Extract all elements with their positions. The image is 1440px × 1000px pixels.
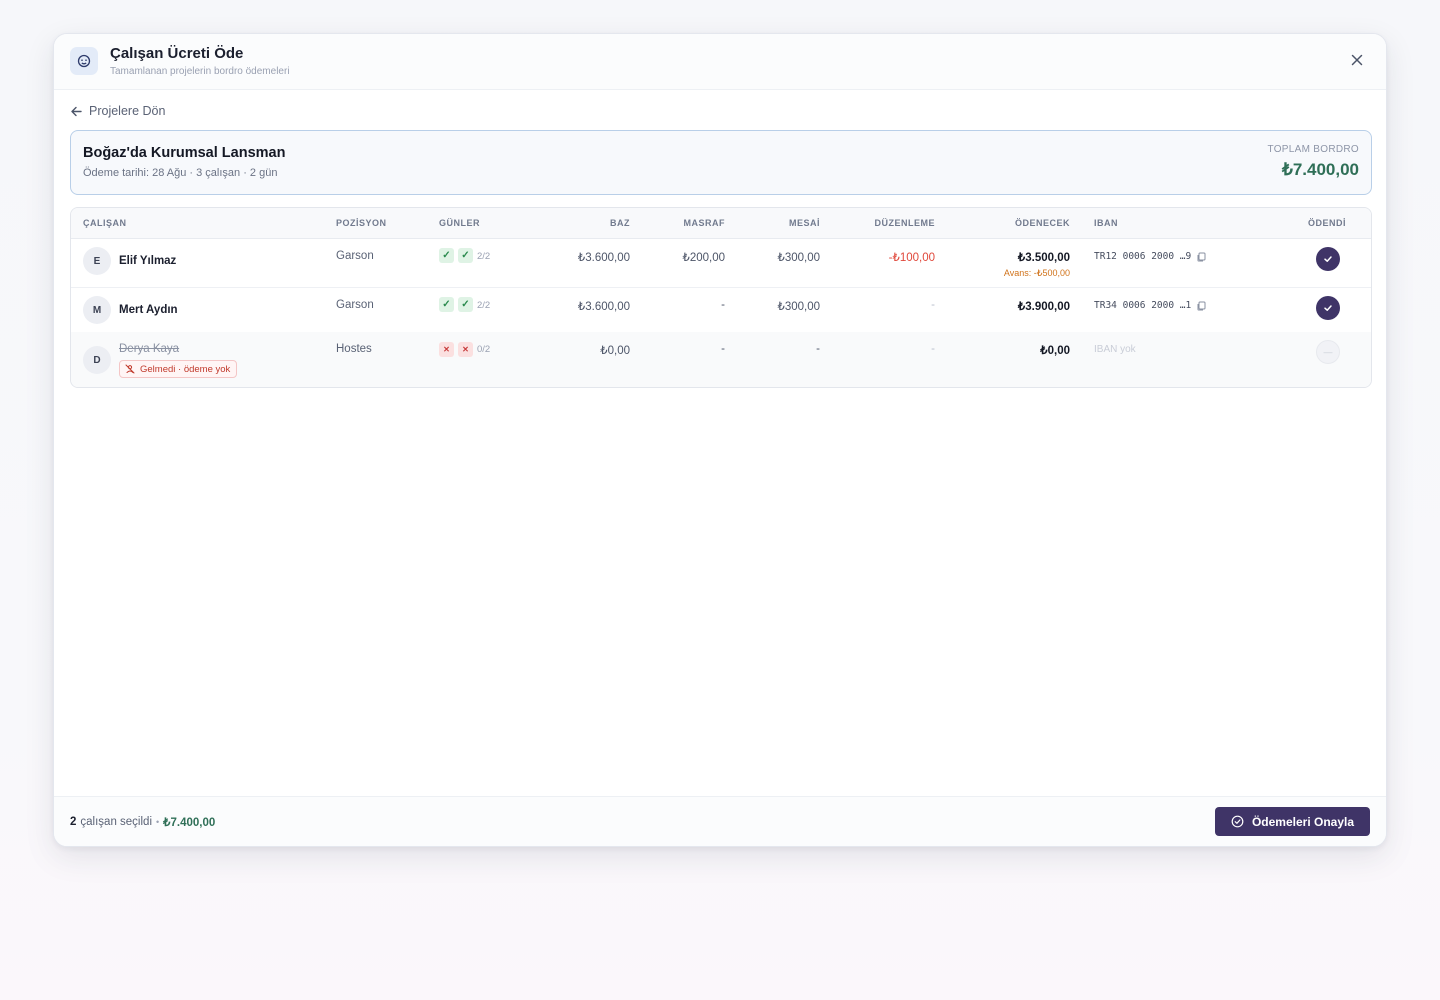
check-icon[interactable]: ✓ (439, 297, 454, 312)
back-label: Projelere Dön (89, 104, 166, 118)
header-days: GÜNLER (439, 218, 480, 228)
selected-label: çalışan seçildi (80, 816, 152, 828)
user-payment-icon (70, 47, 98, 75)
absent-badge: Gelmedi · ödeme yok (119, 360, 238, 378)
table-row: M Mert Aydın Garson ✓ ✓ 2/2 ₺3.600,00 - … (71, 288, 1371, 337)
project-name: Boğaz'da Kurumsal Lansman (83, 145, 286, 161)
payroll-table: ÇALIŞAN POZİSYON GÜNLER BAZ MASRAF MESAİ… (70, 207, 1372, 388)
check-icon[interactable]: ✓ (458, 297, 473, 312)
header-employee: ÇALIŞAN (83, 218, 127, 228)
payable-amount: ₺3.900,00 (1017, 301, 1070, 313)
avatar: M (83, 296, 111, 324)
modal-subtitle: Tamamlanan projelerin bordro ödemeleri (110, 66, 290, 77)
table-header: ÇALIŞAN POZİSYON GÜNLER BAZ MASRAF MESAİ… (71, 208, 1371, 239)
check-icon[interactable]: ✓ (458, 248, 473, 263)
overtime-amount: - (816, 343, 820, 355)
expense-amount: - (721, 343, 725, 355)
header-paid: ÖDENDİ (1307, 218, 1346, 228)
selected-count: 2 (70, 816, 77, 828)
overtime-amount: ₺300,00 (777, 252, 821, 264)
adjustment-amount: -₺100,00 (888, 252, 935, 264)
selected-total: ₺7.400,00 (163, 817, 216, 829)
user-x-icon (125, 364, 135, 374)
paid-toggle[interactable] (1316, 247, 1340, 271)
position: Garson (336, 299, 374, 311)
header-overtime: MESAİ (788, 218, 820, 228)
total-payroll-value: ₺7.400,00 (1282, 160, 1359, 179)
iban-value: TR12 0006 2000 …9 (1094, 251, 1206, 262)
header-base: BAZ (610, 218, 630, 228)
project-meta: Ödeme tarihi: 28 Ağu · 3 çalışan · 2 gün (83, 167, 278, 179)
selection-summary: 2 çalışan seçildi • ₺7.400,00 (70, 815, 215, 829)
overtime-amount: ₺300,00 (777, 301, 821, 313)
arrow-left-icon (71, 106, 82, 116)
position: Hostes (336, 343, 372, 355)
separator: • (156, 817, 160, 827)
base-amount: ₺3.600,00 (577, 252, 630, 264)
check-icon[interactable]: ✓ (439, 248, 454, 263)
base-amount: ₺0,00 (600, 345, 630, 357)
payable-amount: ₺0,00 (1040, 345, 1070, 357)
days-count: 2/2 (477, 300, 491, 311)
x-icon[interactable]: ✕ (439, 342, 454, 357)
employee-name: Mert Aydın (119, 304, 178, 316)
adjustment-amount: - (931, 299, 935, 311)
header-payable: ÖDENECEK (1014, 218, 1070, 228)
position: Garson (336, 250, 374, 262)
modal-title: Çalışan Ücreti Öde (110, 45, 244, 62)
copy-icon[interactable] (1196, 252, 1206, 262)
confirm-payments-button[interactable]: Ödemeleri Onayla (1214, 807, 1370, 836)
check-icon (1324, 305, 1332, 311)
check-circle-icon (1231, 815, 1244, 828)
paid-toggle[interactable]: — (1316, 340, 1340, 364)
confirm-label: Ödemeleri Onayla (1251, 814, 1354, 829)
modal-header: Çalışan Ücreti Öde Tamamlanan projelerin… (54, 34, 1386, 90)
modal-footer: 2 çalışan seçildi • ₺7.400,00 Ödemeleri … (54, 796, 1386, 846)
avatar: D (83, 346, 111, 374)
adjustment-amount: - (931, 343, 935, 355)
header-position: POZİSYON (336, 218, 387, 228)
header-adjustment: DÜZENLEME (874, 218, 935, 228)
employee-name: Derya Kaya (119, 343, 180, 355)
paid-toggle[interactable] (1316, 296, 1340, 320)
advance-note: Avans: -₺500,00 (1003, 268, 1070, 278)
close-button[interactable] (1346, 49, 1368, 71)
close-icon (1351, 54, 1363, 66)
employee-name: Elif Yılmaz (119, 255, 177, 267)
header-iban: IBAN (1094, 218, 1118, 228)
check-icon (1324, 256, 1332, 262)
days-count: 0/2 (477, 344, 491, 355)
base-amount: ₺3.600,00 (577, 301, 630, 313)
payable-amount: ₺3.500,00 (1017, 252, 1070, 264)
iban-text: TR34 0006 2000 …1 (1094, 300, 1192, 311)
copy-icon[interactable] (1196, 301, 1206, 311)
back-to-projects-link[interactable]: Projelere Dön (70, 102, 165, 120)
table-row: D Derya Kaya Gelmedi · ödeme yok Hostes … (71, 332, 1371, 387)
days-count: 2/2 (477, 251, 491, 262)
iban-missing: IBAN yok (1094, 344, 1136, 355)
project-summary-card: Boğaz'da Kurumsal Lansman Ödeme tarihi: … (70, 130, 1372, 195)
expense-amount: - (721, 299, 725, 311)
avatar: E (83, 247, 111, 275)
x-icon[interactable]: ✕ (458, 342, 473, 357)
total-payroll-label: TOPLAM BORDRO (1267, 144, 1359, 155)
iban-text: TR12 0006 2000 …9 (1094, 251, 1192, 262)
table-row: E Elif Yılmaz Garson ✓ ✓ 2/2 ₺3.600,00 ₺… (71, 239, 1371, 288)
payroll-modal: Çalışan Ücreti Öde Tamamlanan projelerin… (53, 33, 1387, 847)
expense-amount: ₺200,00 (682, 252, 726, 264)
absent-badge-text: Gelmedi · ödeme yok (140, 363, 231, 375)
iban-value: TR34 0006 2000 …1 (1094, 300, 1206, 311)
header-expense: MASRAF (683, 218, 725, 228)
